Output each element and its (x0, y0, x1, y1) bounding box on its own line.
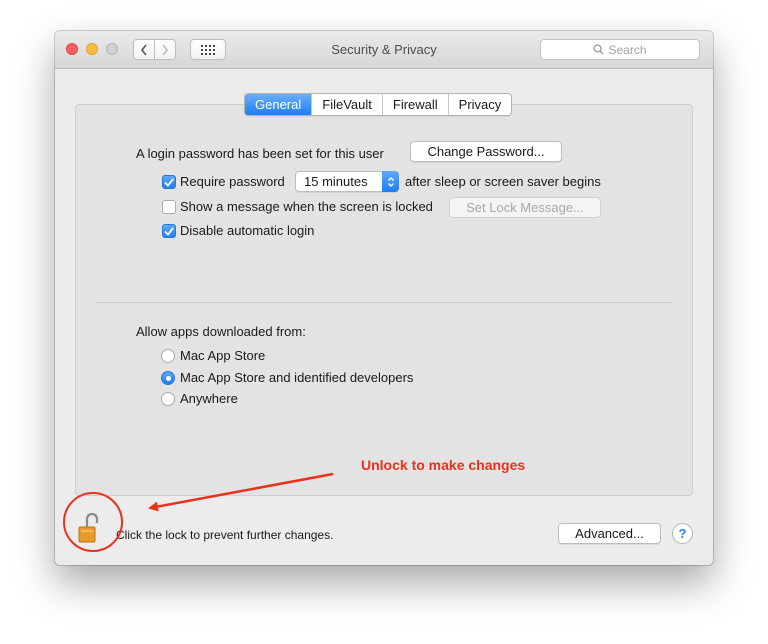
search-icon (593, 44, 604, 55)
tab-general[interactable]: General (245, 94, 312, 115)
allow-apps-label: Allow apps downloaded from: (136, 324, 306, 339)
title-bar: Security & Privacy Search (55, 31, 713, 69)
lock-button[interactable] (77, 512, 101, 544)
radio-mac-app-store-identified-label: Mac App Store and identified developers (180, 370, 414, 385)
help-icon: ? (678, 526, 687, 541)
change-password-button[interactable]: Change Password... (410, 141, 562, 162)
minimize-window-button[interactable] (86, 43, 98, 55)
radio-mac-app-store[interactable] (161, 349, 175, 363)
lock-open-icon (78, 512, 99, 543)
forward-chevron-icon (162, 44, 169, 55)
popup-arrows-icon (382, 171, 399, 192)
show-message-checkbox[interactable] (162, 200, 176, 214)
window-title: Security & Privacy (331, 42, 437, 57)
radio-mac-app-store-label: Mac App Store (180, 348, 266, 363)
show-message-label: Show a message when the screen is locked (180, 199, 433, 214)
checkmark-icon (164, 226, 174, 236)
search-field[interactable]: Search (540, 39, 700, 60)
set-lock-message-button[interactable]: Set Lock Message... (449, 197, 601, 218)
require-password-interval-select[interactable]: 15 minutes (295, 171, 399, 192)
tab-bar: General FileVault Firewall Privacy (244, 93, 513, 116)
require-password-suffix: after sleep or screen saver begins (405, 174, 601, 189)
lock-status-text: Click the lock to prevent further change… (116, 528, 334, 542)
login-password-text: A login password has been set for this u… (136, 146, 384, 161)
grid-icon (201, 44, 215, 55)
back-button[interactable] (133, 39, 155, 60)
radio-mac-app-store-identified[interactable] (161, 371, 175, 385)
checkmark-icon (164, 177, 174, 187)
preferences-window: Security & Privacy Search General FileVa… (55, 31, 713, 565)
search-placeholder: Search (608, 42, 647, 57)
help-button[interactable]: ? (672, 523, 693, 544)
back-chevron-icon (140, 44, 147, 55)
annotation-label: Unlock to make changes (361, 457, 526, 473)
forward-button[interactable] (154, 39, 176, 60)
disable-automatic-login-label: Disable automatic login (180, 223, 315, 238)
tab-filevault[interactable]: FileVault (311, 94, 382, 115)
general-panel (75, 104, 693, 496)
zoom-window-button[interactable] (106, 43, 118, 55)
disable-automatic-login-checkbox[interactable] (162, 224, 176, 238)
require-password-checkbox[interactable] (162, 175, 176, 189)
require-password-label: Require password (180, 174, 285, 189)
interval-value: 15 minutes (304, 174, 368, 189)
section-divider (97, 302, 671, 303)
advanced-button[interactable]: Advanced... (558, 523, 661, 544)
radio-anywhere-label: Anywhere (180, 391, 238, 406)
tab-privacy[interactable]: Privacy (447, 94, 512, 115)
show-all-button[interactable] (190, 39, 226, 60)
radio-anywhere[interactable] (161, 392, 175, 406)
tab-firewall[interactable]: Firewall (381, 94, 448, 115)
close-window-button[interactable] (66, 43, 78, 55)
